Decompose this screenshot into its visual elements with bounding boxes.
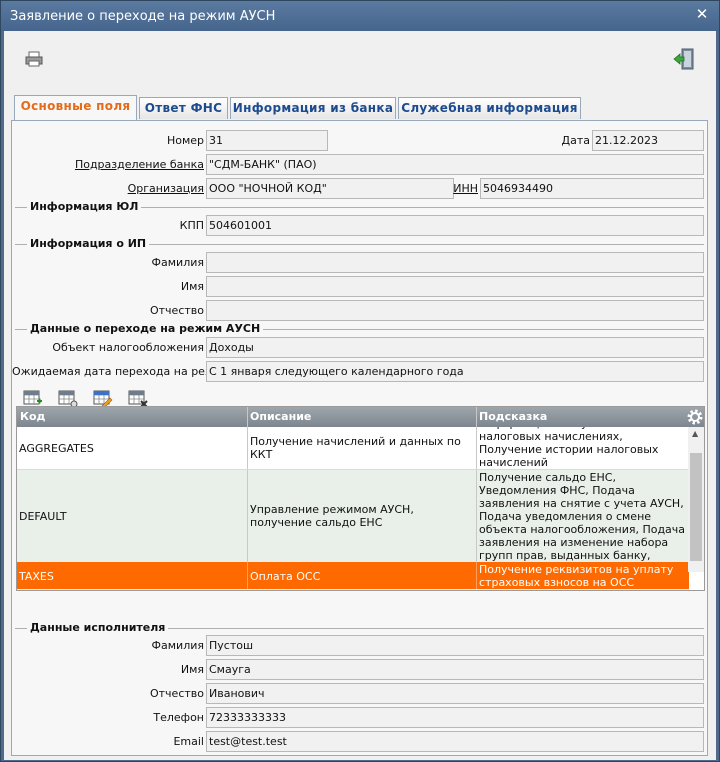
- ip-name-field[interactable]: [206, 276, 704, 297]
- bank-division-link[interactable]: Подразделение банка: [52, 158, 204, 171]
- window-title: Заявление о переходе на режим АУСН: [10, 9, 276, 24]
- tab-service-info[interactable]: Служебная информация: [398, 97, 581, 119]
- executor-email-label: Email: [173, 735, 204, 748]
- transition-date-field[interactable]: С 1 января следующего календарного года: [206, 361, 704, 382]
- tax-object-field[interactable]: Доходы: [206, 337, 704, 358]
- executor-name-field[interactable]: Смауга: [206, 659, 704, 680]
- executor-phone-field[interactable]: 72333333333: [206, 707, 704, 728]
- row-code: DEFAULT: [19, 509, 67, 523]
- close-icon[interactable]: ✕: [695, 7, 709, 22]
- exit-icon[interactable]: [673, 48, 695, 70]
- inn-field[interactable]: 5046934490: [480, 178, 704, 199]
- ip-patronymic-label: Отчество: [149, 304, 204, 317]
- vertical-scroll-thumb[interactable]: [690, 453, 702, 561]
- executor-phone-label: Телефон: [153, 711, 204, 724]
- settings-gear-icon[interactable]: [686, 408, 704, 426]
- main-fields-panel: Номер 31 Дата 21.12.2023 Подразделение б…: [11, 120, 708, 756]
- organization-field[interactable]: ООО "НОЧНОЙ КОД": [206, 178, 454, 199]
- vertical-scrollbar[interactable]: ▲: [688, 427, 704, 572]
- ip-section-title: Информация о ИП: [27, 237, 150, 250]
- row-code: TAXES: [19, 569, 54, 583]
- inn-link[interactable]: ИНН: [452, 182, 478, 195]
- row-description: Оплата ОСС: [247, 562, 476, 590]
- date-label: Дата: [561, 134, 590, 147]
- executor-name-label: Имя: [180, 663, 204, 676]
- transition-section-title: Данные о переходе на режим АУСН: [27, 322, 264, 335]
- executor-surname-field[interactable]: Пустош: [206, 635, 704, 656]
- horizontal-scrollbar[interactable]: ◀ ▶: [17, 589, 690, 590]
- executor-patronymic-label: Отчество: [149, 687, 204, 700]
- tab-main-fields[interactable]: Основные поля: [14, 95, 137, 120]
- tab-fns-response[interactable]: Ответ ФНС: [139, 97, 228, 119]
- ip-surname-label: Фамилия: [151, 256, 204, 269]
- organization-link[interactable]: Организация: [52, 182, 204, 195]
- tax-object-label: Объект налогообложения: [52, 341, 204, 354]
- row-description: Получение начислений и данных по ККТ: [247, 427, 476, 469]
- table-row-selected[interactable]: TAXES Оплата ОСС Получение реквизитов на…: [17, 562, 689, 590]
- dialog-content: Основные поля Ответ ФНС Информация из ба…: [4, 31, 716, 760]
- date-field[interactable]: 21.12.2023: [592, 130, 704, 151]
- executor-email-field[interactable]: test@test.test: [206, 731, 704, 752]
- executor-patronymic-field[interactable]: Иванович: [206, 683, 704, 704]
- title-bar[interactable]: Заявление о переходе на режим АУСН ✕: [1, 1, 719, 31]
- row-hint: информации о неуплаченных налоговых начи…: [479, 427, 659, 469]
- number-field[interactable]: 31: [206, 130, 328, 151]
- ip-patronymic-field[interactable]: [206, 300, 704, 321]
- kpp-field[interactable]: 504601001: [206, 215, 704, 236]
- ip-name-label: Имя: [180, 280, 204, 293]
- permissions-grid: Код Описание Подсказка AGGREGATES Получе…: [16, 406, 705, 591]
- executor-section-title: Данные исполнителя: [27, 621, 169, 634]
- row-hint: Получение сальдо ЕНС, Уведомления ФНС, П…: [476, 470, 689, 562]
- row-hint: Получение реквизитов на уплату страховых…: [476, 562, 689, 590]
- ul-section-title: Информация ЮЛ: [27, 200, 142, 213]
- bank-division-field[interactable]: "СДМ-БАНК" (ПАО): [206, 154, 704, 175]
- number-label: Номер: [166, 134, 204, 147]
- table-row[interactable]: DEFAULT Управление режимом АУСН, получен…: [17, 469, 689, 562]
- row-description: Управление режимом АУСН, получение сальд…: [247, 470, 476, 562]
- column-header-description[interactable]: Описание: [250, 410, 311, 423]
- column-header-code[interactable]: Код: [20, 410, 45, 423]
- ip-surname-field[interactable]: [206, 252, 704, 273]
- scroll-up-icon[interactable]: ▲: [692, 429, 698, 438]
- tab-bank-info[interactable]: Информация из банка: [230, 97, 396, 119]
- row-code: AGGREGATES: [19, 441, 94, 455]
- executor-surname-label: Фамилия: [151, 639, 204, 652]
- transition-date-label: Ожидаемая дата перехода на режим: [12, 365, 231, 378]
- column-header-hint[interactable]: Подсказка: [479, 410, 547, 423]
- dialog-window: Заявление о переходе на режим АУСН ✕ Осн…: [0, 0, 720, 762]
- kpp-label: КПП: [179, 219, 204, 232]
- table-row[interactable]: AGGREGATES Получение начислений и данных…: [17, 427, 689, 469]
- print-icon[interactable]: [25, 51, 43, 67]
- grid-header: Код Описание Подсказка: [17, 407, 704, 427]
